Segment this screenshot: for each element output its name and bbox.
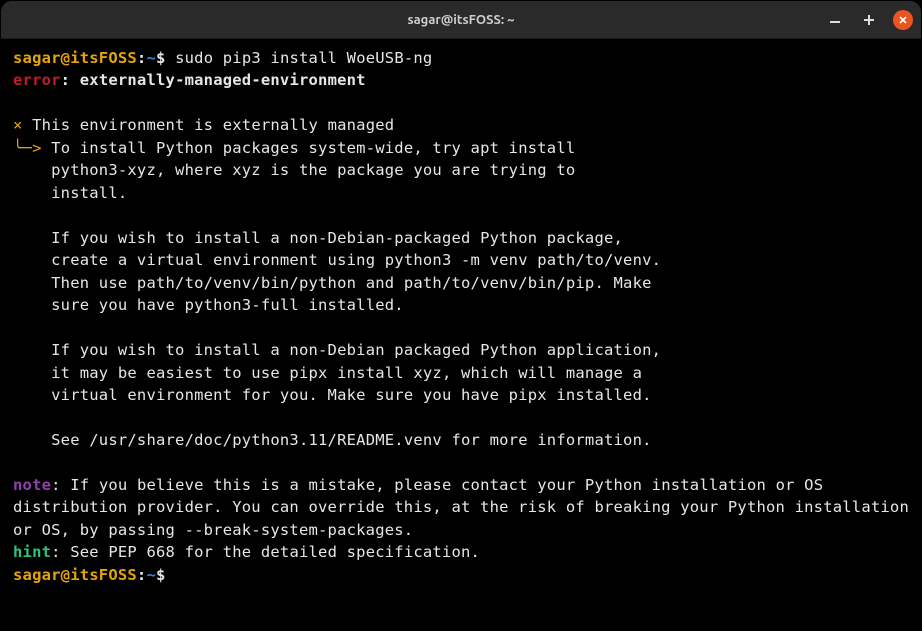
prompt-path: ~ (146, 49, 156, 67)
terminal-body[interactable]: sagar@itsFOSS:~$ sudo pip3 install WoeUS… (1, 39, 921, 630)
error-label: error (13, 71, 61, 89)
body-p1: To install Python packages system-wide, … (13, 139, 575, 202)
marker-x-icon: × (13, 116, 23, 134)
close-button[interactable] (893, 10, 913, 30)
command-text: sudo pip3 install WoeUSB-ng (175, 49, 432, 67)
body-p2: If you wish to install a non-Debian-pack… (13, 229, 661, 314)
hint-text: See PEP 668 for the detailed specificati… (70, 543, 480, 561)
prompt-symbol: $ (156, 49, 166, 67)
terminal-window: sagar@itsFOSS: ~ sagar@itsFOSS:~$ sudo p… (0, 0, 922, 631)
note-label: note (13, 476, 51, 494)
minimize-button[interactable] (825, 10, 845, 30)
prompt-symbol-2: $ (156, 566, 166, 584)
body-p3: If you wish to install a non-Debian pack… (13, 341, 661, 404)
window-title: sagar@itsFOSS: ~ (407, 13, 514, 27)
maximize-button[interactable] (859, 10, 879, 30)
window-controls (825, 1, 913, 39)
arrow-icon: ╰─> (13, 139, 42, 157)
error-message: externally-managed-environment (80, 71, 366, 89)
prompt-user-host-2: sagar@itsFOSS (13, 566, 137, 584)
prompt-user-host: sagar@itsFOSS (13, 49, 137, 67)
titlebar: sagar@itsFOSS: ~ (1, 1, 921, 39)
error-header: This environment is externally managed (32, 116, 394, 134)
prompt-path-2: ~ (146, 566, 156, 584)
hint-label: hint (13, 543, 51, 561)
note-text: If you believe this is a mistake, please… (13, 476, 919, 539)
body-p4: See /usr/share/doc/python3.11/README.ven… (51, 431, 652, 449)
